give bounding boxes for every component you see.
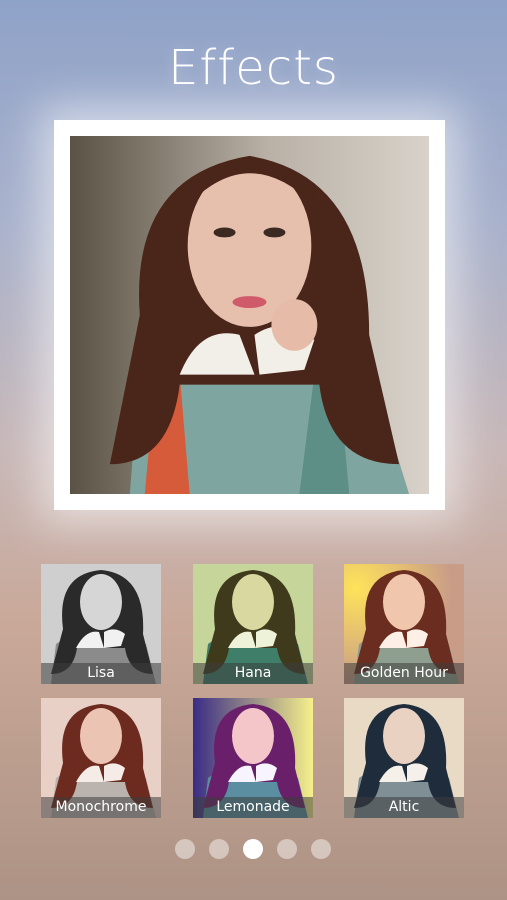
page-title: Effects: [168, 40, 339, 96]
effect-thumbnail-altic[interactable]: Altic: [344, 698, 464, 818]
effect-label: Golden Hour: [344, 663, 464, 684]
effect-thumbnail-lemonade[interactable]: Lemonade: [193, 698, 313, 818]
effect-thumbnail-monochrome[interactable]: Monochrome: [41, 698, 161, 818]
page-indicator: [0, 839, 507, 861]
photo-preview-frame: [54, 120, 445, 510]
effect-label: Lisa: [41, 663, 161, 684]
page-dot-5[interactable]: [311, 839, 331, 859]
effect-thumbnail-golden-hour[interactable]: Golden Hour: [344, 564, 464, 684]
page-dot-1[interactable]: [175, 839, 195, 859]
preview-photo: [70, 136, 429, 494]
effect-label: Altic: [344, 797, 464, 818]
effects-grid: Lisa Hana Golden Hour Monochrome Lemonad…: [41, 564, 465, 820]
page-dot-4[interactable]: [277, 839, 297, 859]
page-dot-3-active[interactable]: [243, 839, 263, 859]
effect-label: Monochrome: [41, 797, 161, 818]
effect-label: Hana: [193, 663, 313, 684]
page-dot-2[interactable]: [209, 839, 229, 859]
effect-thumbnail-hana[interactable]: Hana: [193, 564, 313, 684]
effect-label: Lemonade: [193, 797, 313, 818]
effect-thumbnail-lisa[interactable]: Lisa: [41, 564, 161, 684]
